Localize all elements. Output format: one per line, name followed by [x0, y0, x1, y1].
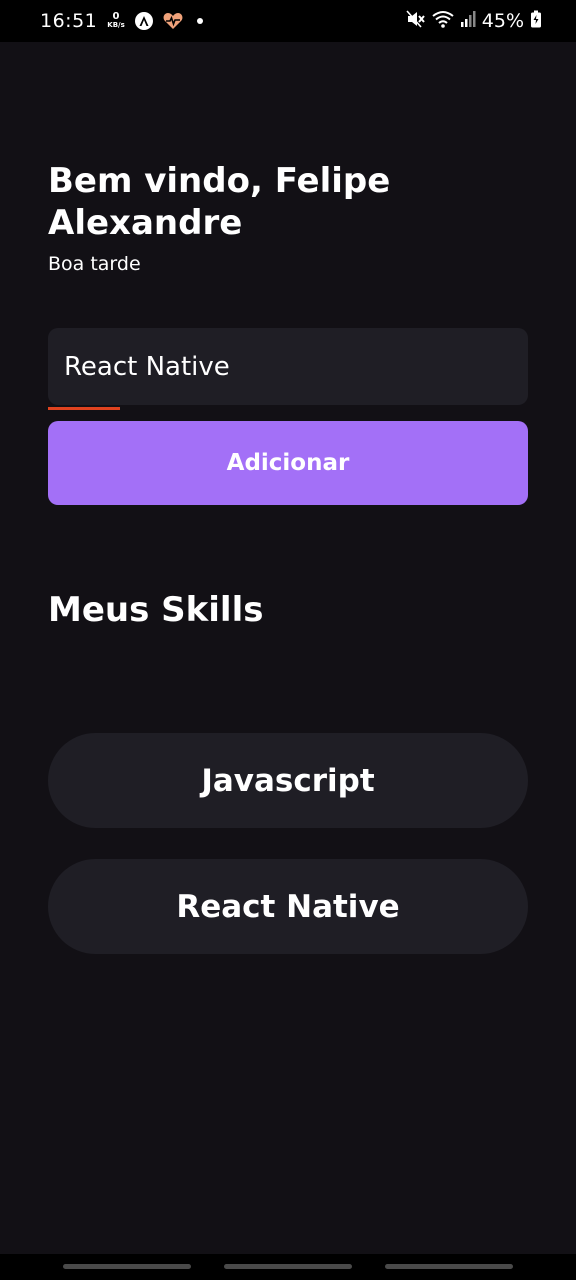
greeting-subtitle: Boa tarde [48, 253, 141, 275]
nav-recents-handle[interactable] [63, 1264, 191, 1269]
add-button[interactable]: Adicionar [48, 421, 528, 505]
netspeed-value: 0 [112, 11, 120, 22]
skill-card[interactable]: Javascript [48, 733, 528, 828]
battery-icon [530, 10, 542, 32]
netspeed-indicator: 0 KB/s [107, 11, 125, 30]
status-left: 16:51 0 KB/s [40, 0, 203, 42]
heart-pulse-icon [163, 12, 183, 30]
mute-icon [406, 10, 426, 32]
dot-icon [196, 18, 203, 24]
skills-title: Meus Skills [48, 590, 264, 630]
status-time: 16:51 [40, 10, 98, 32]
status-right: 45% [406, 0, 542, 42]
status-bar: 16:51 0 KB/s 45% [0, 0, 576, 42]
battery-percent: 45% [481, 10, 524, 32]
navigation-bar [0, 1254, 576, 1280]
nav-back-handle[interactable] [385, 1264, 513, 1269]
nav-home-handle[interactable] [224, 1264, 352, 1269]
netspeed-unit: KB/s [107, 21, 125, 29]
skill-card[interactable]: React Native [48, 859, 528, 954]
skill-input[interactable]: React Native [48, 328, 528, 410]
a-icon [134, 12, 153, 30]
greeting-title: Bem vindo, Felipe Alexandre [48, 161, 391, 243]
signal-icon [460, 10, 476, 32]
spellcheck-underline [48, 407, 120, 410]
wifi-icon [432, 10, 454, 32]
skill-input-value: React Native [64, 351, 230, 382]
